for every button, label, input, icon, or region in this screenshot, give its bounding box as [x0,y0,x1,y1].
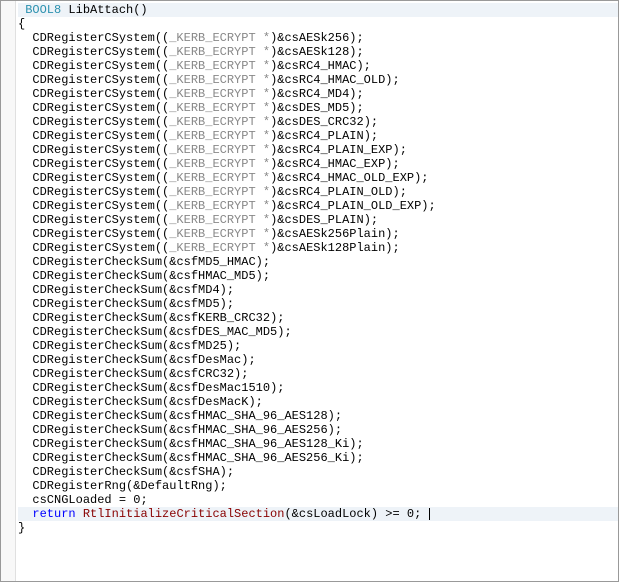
register-csystem-call[interactable]: CDRegisterCSystem((_KERB_ECRYPT *)&csAES… [18,31,618,45]
register-checksum-call[interactable]: CDRegisterCheckSum(&csfMD5_HMAC); [18,255,618,269]
text-cursor [429,508,430,520]
register-csystem-call[interactable]: CDRegisterCSystem((_KERB_ECRYPT *)&csRC4… [18,59,618,73]
line-gutter [1,1,16,581]
register-checksum-call[interactable]: CDRegisterCheckSum(&csfHMAC_SHA_96_AES12… [18,437,618,451]
register-csystem-call[interactable]: CDRegisterCSystem((_KERB_ECRYPT *)&csRC4… [18,87,618,101]
register-csystem-call[interactable]: CDRegisterCSystem((_KERB_ECRYPT *)&csDES… [18,115,618,129]
register-checksum-call[interactable]: CDRegisterCheckSum(&csfDES_MAC_MD5); [18,325,618,339]
register-csystem-call[interactable]: CDRegisterCSystem((_KERB_ECRYPT *)&csRC4… [18,157,618,171]
code-area[interactable]: BOOL8 LibAttach(){ CDRegisterCSystem((_K… [16,1,618,581]
register-csystem-call[interactable]: CDRegisterCSystem((_KERB_ECRYPT *)&csAES… [18,45,618,59]
register-checksum-call[interactable]: CDRegisterCheckSum(&csfSHA); [18,465,618,479]
register-csystem-call[interactable]: CDRegisterCSystem((_KERB_ECRYPT *)&csRC4… [18,199,618,213]
register-csystem-call[interactable]: CDRegisterCSystem((_KERB_ECRYPT *)&csDES… [18,213,618,227]
register-checksum-call[interactable]: CDRegisterCheckSum(&csfHMAC_SHA_96_AES25… [18,451,618,465]
register-csystem-call[interactable]: CDRegisterCSystem((_KERB_ECRYPT *)&csRC4… [18,185,618,199]
register-checksum-call[interactable]: CDRegisterCheckSum(&csfHMAC_MD5); [18,269,618,283]
assignment-stmt[interactable]: csCNGLoaded = 0; [18,493,618,507]
register-checksum-call[interactable]: CDRegisterCheckSum(&csfMD4); [18,283,618,297]
code-editor[interactable]: BOOL8 LibAttach(){ CDRegisterCSystem((_K… [0,0,619,582]
register-csystem-call[interactable]: CDRegisterCSystem((_KERB_ECRYPT *)&csRC4… [18,129,618,143]
register-checksum-call[interactable]: CDRegisterCheckSum(&csfMD25); [18,339,618,353]
register-csystem-call[interactable]: CDRegisterCSystem((_KERB_ECRYPT *)&csDES… [18,101,618,115]
register-checksum-call[interactable]: CDRegisterCheckSum(&csfKERB_CRC32); [18,311,618,325]
register-checksum-call[interactable]: CDRegisterCheckSum(&csfDesMac1510); [18,381,618,395]
open-brace[interactable]: { [18,17,618,31]
register-checksum-call[interactable]: CDRegisterCheckSum(&csfHMAC_SHA_96_AES12… [18,409,618,423]
register-csystem-call[interactable]: CDRegisterCSystem((_KERB_ECRYPT *)&csAES… [18,241,618,255]
close-brace[interactable]: } [18,521,618,535]
return-stmt[interactable]: return RtlInitializeCriticalSection(&csL… [18,507,618,521]
register-checksum-call[interactable]: CDRegisterCheckSum(&csfMD5); [18,297,618,311]
register-csystem-call[interactable]: CDRegisterCSystem((_KERB_ECRYPT *)&csRC4… [18,143,618,157]
register-checksum-call[interactable]: CDRegisterCheckSum(&csfDesMacK); [18,395,618,409]
register-csystem-call[interactable]: CDRegisterCSystem((_KERB_ECRYPT *)&csRC4… [18,171,618,185]
register-checksum-call[interactable]: CDRegisterCheckSum(&csfCRC32); [18,367,618,381]
register-checksum-call[interactable]: CDRegisterCheckSum(&csfHMAC_SHA_96_AES25… [18,423,618,437]
function-signature[interactable]: BOOL8 LibAttach() [18,3,618,17]
register-rng-call[interactable]: CDRegisterRng(&DefaultRng); [18,479,618,493]
register-csystem-call[interactable]: CDRegisterCSystem((_KERB_ECRYPT *)&csAES… [18,227,618,241]
register-csystem-call[interactable]: CDRegisterCSystem((_KERB_ECRYPT *)&csRC4… [18,73,618,87]
register-checksum-call[interactable]: CDRegisterCheckSum(&csfDesMac); [18,353,618,367]
